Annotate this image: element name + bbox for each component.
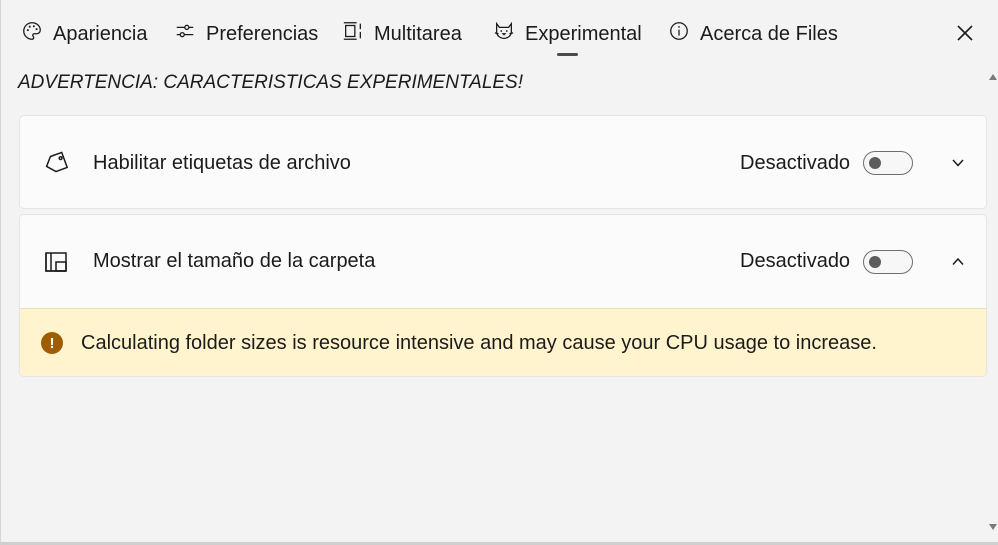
tab-apariencia[interactable]: Apariencia	[21, 18, 148, 50]
setting-row: Habilitar etiquetas de archivo Desactiva…	[20, 116, 986, 210]
toggle-state-text: Desactivado	[740, 250, 851, 272]
cat-icon	[493, 20, 515, 48]
scroll-up-button[interactable]	[988, 72, 998, 82]
tab-multitarea[interactable]: Multitarea	[342, 18, 462, 50]
toggle-knob	[869, 255, 881, 268]
tag-icon	[42, 149, 70, 177]
collapse-button[interactable]	[946, 250, 970, 274]
selected-tab-indicator	[557, 53, 578, 56]
experimental-warning-heading: ADVERTENCIA: CARACTERISTICAS EXPERIMENTA…	[18, 72, 524, 93]
tab-label: Multitarea	[374, 22, 462, 45]
tab-label: Experimental	[525, 22, 642, 45]
toggle-state-text: Desactivado	[740, 151, 851, 174]
folder-size-info-bar: ! Calculating folder sizes is resource i…	[20, 308, 986, 376]
chevron-down-icon	[952, 159, 964, 167]
close-icon	[957, 25, 973, 41]
tab-acerca-de[interactable]: Acerca de Files	[668, 18, 838, 50]
folder-size-icon	[42, 248, 70, 276]
scroll-up-arrow-icon	[989, 74, 997, 80]
toggle-knob	[869, 157, 881, 169]
tab-preferencias[interactable]: Preferencias	[174, 18, 318, 50]
settings-tab-bar: Apariencia Preferencias Multitarea Exper…	[1, 0, 998, 66]
multitask-icon	[342, 20, 364, 48]
chevron-up-icon	[952, 257, 964, 265]
scroll-down-arrow-icon	[989, 524, 997, 530]
tab-label: Preferencias	[206, 22, 319, 45]
close-button[interactable]	[949, 17, 981, 49]
file-tags-toggle[interactable]	[863, 151, 913, 175]
scroll-down-button[interactable]	[988, 522, 998, 532]
info-message: Calculating folder sizes is resource int…	[81, 331, 877, 354]
setting-label: Mostrar el tamaño de la carpeta	[93, 250, 376, 272]
vertical-scrollbar[interactable]	[987, 66, 998, 542]
palette-icon	[21, 20, 43, 48]
setting-card-folder-size[interactable]: Mostrar el tamaño de la carpeta Desactiv…	[19, 214, 987, 377]
tab-label: Apariencia	[53, 22, 148, 45]
expand-button[interactable]	[946, 151, 970, 175]
info-icon	[668, 20, 690, 48]
warning-icon: !	[41, 332, 63, 354]
setting-label: Habilitar etiquetas de archivo	[93, 151, 351, 174]
tab-experimental[interactable]: Experimental	[493, 18, 642, 50]
folder-size-toggle[interactable]	[863, 249, 913, 274]
tab-label: Acerca de Files	[700, 22, 838, 45]
settings-window: Apariencia Preferencias Multitarea Exper…	[0, 0, 998, 545]
sliders-icon	[174, 20, 196, 48]
setting-card-file-tags[interactable]: Habilitar etiquetas de archivo Desactiva…	[19, 115, 987, 209]
setting-row: Mostrar el tamaño de la carpeta Desactiv…	[20, 215, 986, 308]
